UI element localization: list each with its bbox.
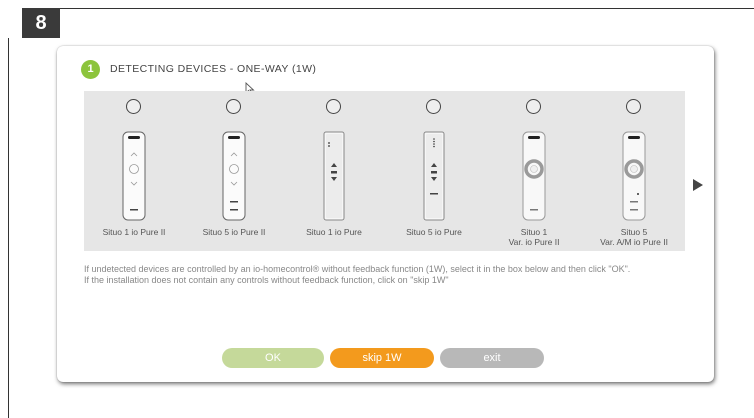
device-label: Situo 1 io Pure [306, 227, 362, 237]
remote-control-icon [222, 131, 246, 221]
device-label: Situo 1 io Pure II [102, 227, 166, 237]
remote-control-icon [323, 131, 345, 221]
dialog-header: 1 DETECTING DEVICES - ONE-WAY (1W) [81, 58, 316, 80]
device-radio-button[interactable] [526, 99, 541, 114]
step-index-circle: 1 [81, 59, 100, 79]
remote-control-icon [423, 131, 445, 221]
dialog-title: DETECTING DEVICES - ONE-WAY (1W) [110, 63, 317, 75]
device-label: Situo 5 io Pure II [202, 227, 266, 237]
ok-button[interactable]: OK [222, 348, 324, 368]
instruction-line-1: If undetected devices are controlled by … [84, 264, 631, 274]
step-number-badge: 8 [22, 8, 60, 38]
device-situo-1-io-pure[interactable]: Situo 1 io Pure [284, 91, 384, 251]
frame-line-top [40, 8, 754, 9]
device-radio-button[interactable] [626, 99, 641, 114]
device-selection-panel: Situo 1 io Pure II Situo 5 io Pure II Si… [84, 91, 685, 251]
detecting-devices-dialog: 1 DETECTING DEVICES - ONE-WAY (1W) Situo… [57, 46, 714, 382]
device-situo-1-var-io-pure-ii[interactable]: Situo 1 Var. io Pure II [484, 91, 584, 251]
remote-control-icon [122, 131, 146, 221]
device-label: Situo 5 Var. A/M io Pure II [600, 227, 668, 247]
device-situo-5-io-pure[interactable]: Situo 5 io Pure [384, 91, 484, 251]
device-radio-button[interactable] [326, 99, 341, 114]
device-radio-button[interactable] [426, 99, 441, 114]
device-radio-button[interactable] [126, 99, 141, 114]
frame-line-left [8, 38, 9, 418]
page-frame: 8 1 DETECTING DEVICES - ONE-WAY (1W) Sit… [0, 0, 754, 418]
device-radio-button[interactable] [226, 99, 241, 114]
device-label: Situo 1 Var. io Pure II [508, 227, 560, 247]
instructions-text: If undetected devices are controlled by … [84, 264, 694, 286]
device-situo-1-io-pure-ii[interactable]: Situo 1 io Pure II [84, 91, 184, 251]
remote-control-icon [522, 131, 546, 221]
device-situo-5-var-am-io-pure-ii[interactable]: Situo 5 Var. A/M io Pure II [584, 91, 684, 251]
remote-control-icon [622, 131, 646, 221]
device-label: Situo 5 io Pure [406, 227, 462, 237]
skip-1w-button[interactable]: skip 1W [330, 348, 434, 368]
instruction-line-2: If the installation does not contain any… [84, 275, 449, 285]
device-situo-5-io-pure-ii[interactable]: Situo 5 io Pure II [184, 91, 284, 251]
exit-button[interactable]: exit [440, 348, 544, 368]
next-page-arrow-icon[interactable] [693, 179, 703, 191]
